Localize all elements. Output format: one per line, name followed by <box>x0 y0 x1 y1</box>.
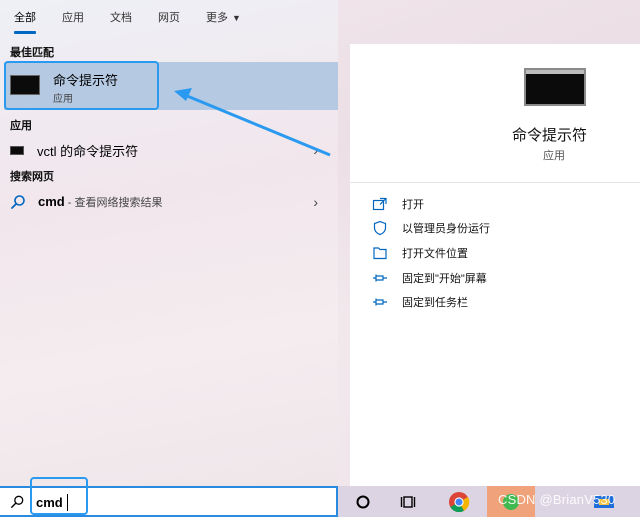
admin-icon <box>373 220 387 236</box>
search-icon <box>11 195 25 209</box>
cmd-icon <box>10 145 24 155</box>
action-pin-to-taskbar-label: 固定到任务栏 <box>402 297 468 309</box>
chevron-right-icon[interactable]: › <box>313 194 318 210</box>
action-open-file-location[interactable]: 打开文件位置 <box>372 243 468 263</box>
action-pin-to-start-label: 固定到"开始"屏幕 <box>402 273 487 285</box>
task-view-button[interactable] <box>396 486 422 517</box>
detail-panel: 命令提示符 应用 打开 以管理员身份运行 打开文件位置 固定到"开始"屏幕 固定… <box>350 44 640 486</box>
action-run-as-admin-label: 以管理员身份运行 <box>402 223 490 235</box>
pin-icon <box>373 298 387 306</box>
app-result-item[interactable]: vctl 的命令提示符 › <box>0 137 338 163</box>
search-icon <box>11 495 24 508</box>
action-open-file-location-label: 打开文件位置 <box>402 248 468 260</box>
tab-documents[interactable]: 文档 <box>110 0 132 36</box>
action-pin-to-start[interactable]: 固定到"开始"屏幕 <box>372 268 487 288</box>
web-result-hint: - 查看网络搜索结果 <box>64 197 163 209</box>
app-result-prefix: vctl <box>37 143 57 159</box>
pin-icon <box>373 274 387 282</box>
divider <box>350 182 640 183</box>
section-best-match: 最佳匹配 <box>10 47 54 59</box>
watermark-text: CSDN @BrianV530 <box>498 492 616 507</box>
cmd-icon <box>524 68 586 106</box>
detail-title: 命令提示符 <box>512 127 588 144</box>
section-web: 搜索网页 <box>10 171 54 183</box>
filter-tabs: 全部 应用 文档 网页 更多 ▼ <box>0 0 338 36</box>
folder-icon <box>373 247 387 260</box>
web-result-item[interactable]: cmd - 查看网络搜索结果 › <box>0 189 338 215</box>
app-result-label: vctl 的命令提示符 <box>37 141 138 160</box>
chevron-right-icon[interactable]: › <box>313 142 318 158</box>
cortana-icon <box>356 495 370 508</box>
section-apps: 应用 <box>10 120 32 132</box>
cortana-button[interactable] <box>350 486 376 517</box>
action-run-as-admin[interactable]: 以管理员身份运行 <box>372 218 490 238</box>
tab-all[interactable]: 全部 <box>14 0 36 36</box>
tab-more-label: 更多 <box>206 12 228 24</box>
tab-more[interactable]: 更多 ▼ <box>206 0 241 36</box>
search-results-panel: 全部 应用 文档 网页 更多 ▼ 最佳匹配 命令提示符 应用 应用 vctl 的命… <box>0 0 338 486</box>
action-open-label: 打开 <box>402 199 424 211</box>
web-result-label: cmd - 查看网络搜索结果 <box>38 194 163 210</box>
chrome-icon <box>449 491 470 512</box>
detail-subtitle: 应用 <box>543 150 565 162</box>
web-result-query: cmd <box>38 194 65 209</box>
tab-web[interactable]: 网页 <box>158 0 180 36</box>
tab-apps[interactable]: 应用 <box>62 0 84 36</box>
annotation-highlight-box <box>4 61 159 110</box>
action-pin-to-taskbar[interactable]: 固定到任务栏 <box>372 292 468 312</box>
action-open[interactable]: 打开 <box>372 194 424 214</box>
chevron-down-icon: ▼ <box>232 13 241 23</box>
open-icon <box>372 197 387 211</box>
annotation-highlight-box <box>30 477 88 515</box>
task-view-icon <box>400 495 416 508</box>
app-result-rest: 的命令提示符 <box>56 143 139 159</box>
chrome-taskbar-button[interactable] <box>445 486 473 517</box>
